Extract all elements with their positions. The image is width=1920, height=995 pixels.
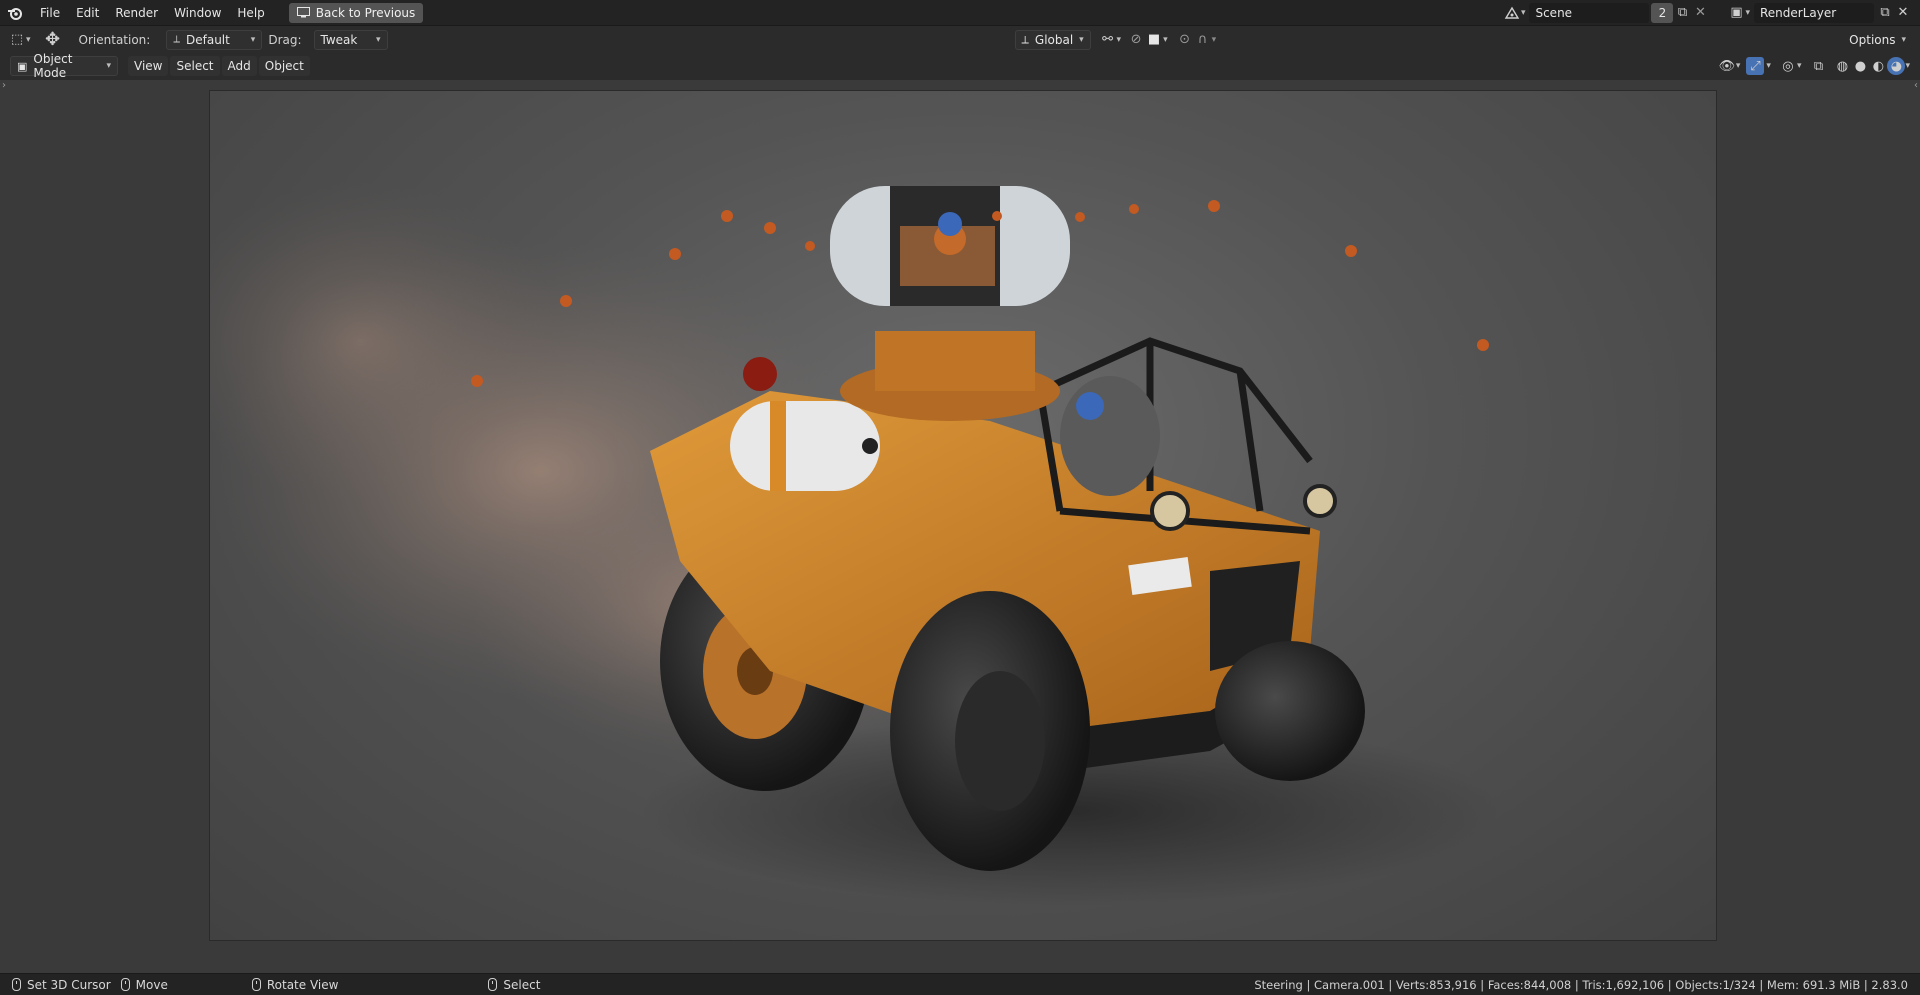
shading-wireframe-icon[interactable]: ◍ [1833, 57, 1851, 75]
falloff-icon[interactable]: ∩ [1194, 31, 1212, 49]
orientation-axes-icon: ⟂ [173, 34, 180, 45]
back-to-previous-label: Back to Previous [315, 5, 416, 20]
drag-value: Tweak [320, 32, 358, 47]
snap-element-arrow-icon[interactable]: ▾ [1163, 35, 1168, 45]
drag-dropdown[interactable]: Tweak ▾ [313, 29, 388, 50]
headlamp [1303, 484, 1337, 518]
tool-settings-bar: ⬚ ▾ ✥ Orientation: ⟂ Default ▾ Drag: Twe… [0, 27, 1920, 52]
editor-type-icon[interactable]: ⬚ [8, 31, 26, 49]
screen-icon [297, 4, 311, 22]
scene-name-field[interactable]: Scene [1529, 2, 1650, 23]
hint-label: Rotate View [266, 977, 339, 992]
editor-type-arrow-icon[interactable]: ▾ [26, 35, 31, 45]
pivot-point-arrow-icon[interactable]: ▾ [1117, 35, 1122, 45]
shading-rendered-icon[interactable]: ◕ [1887, 57, 1906, 75]
mouse-middle-icon [251, 978, 261, 991]
hint-move: Move [120, 977, 168, 992]
3d-viewport[interactable]: › ‹ [0, 80, 1920, 973]
pivot-point-icon[interactable]: ⚯ [1099, 31, 1117, 49]
shading-material-icon[interactable]: ◐ [1869, 57, 1887, 75]
blender-logo-icon[interactable] [6, 4, 24, 22]
hint-set-3d-cursor: Set 3D Cursor [12, 978, 111, 992]
snap-icon[interactable]: ⊘ [1127, 31, 1145, 49]
overlays-arrow-icon[interactable]: ▾ [1797, 61, 1802, 71]
back-to-previous-button[interactable]: Back to Previous [288, 2, 424, 23]
top-bar: File Edit Render Window Help Back to Pre… [0, 0, 1920, 26]
overlays-icon[interactable]: ◎ [1779, 57, 1797, 75]
scene-statistics: Steering | Camera.001 | Verts:853,916 | … [1254, 977, 1908, 992]
side-tank [730, 401, 880, 491]
menu-edit[interactable]: Edit [68, 2, 107, 24]
transform-orientation-dropdown[interactable]: ⟂ Global ▾ [1014, 29, 1091, 50]
headlamp [1150, 491, 1190, 531]
sidebar-collapse-arrow-icon[interactable]: ‹ [1914, 80, 1918, 91]
passenger-character [1060, 376, 1160, 496]
global-axes-icon: ⟂ [1021, 32, 1029, 46]
right-tire [1215, 641, 1365, 781]
scene-selector-arrow-icon[interactable]: ▾ [1521, 8, 1526, 18]
object-mode-value: Object Mode [33, 52, 73, 80]
menu-add[interactable]: Add [221, 56, 257, 76]
object-mode-dropdown[interactable]: ▣ Object Mode ▾ [10, 52, 118, 80]
chevron-down-icon: ▾ [1079, 34, 1084, 45]
visibility-arrow-icon[interactable]: ▾ [1736, 61, 1741, 71]
mouse-left-icon [12, 978, 21, 991]
mouse-drag-icon [120, 978, 130, 991]
drag-label: Drag: [268, 32, 302, 47]
chevron-down-icon: ▾ [250, 34, 256, 45]
chevron-down-icon: ▾ [375, 34, 381, 45]
camera-view-frame [210, 91, 1716, 940]
chevron-down-icon: ▾ [106, 61, 111, 71]
viewport-header: ▣ Object Mode ▾ View Select Add Object 👁… [0, 52, 1920, 80]
render-layer-selector-arrow-icon[interactable]: ▾ [1745, 8, 1750, 18]
beacon-light [743, 357, 777, 391]
orientation-value: Default [186, 32, 230, 47]
transform-space-value: Global [1034, 32, 1074, 47]
gizmo-arrow-icon[interactable]: ▾ [1766, 61, 1771, 71]
toolbar-collapse-arrow-icon[interactable]: › [2, 80, 6, 91]
hint-label: Set 3D Cursor [27, 977, 111, 992]
menu-select[interactable]: Select [170, 56, 220, 76]
proportional-edit-icon[interactable]: ⊙ [1176, 31, 1194, 49]
hint-label: Move [135, 977, 168, 992]
options-dropdown[interactable]: Options ▾ [1843, 29, 1913, 50]
menu-help[interactable]: Help [229, 2, 272, 24]
gizmo-icon[interactable]: ⤢ [1746, 57, 1765, 75]
orientation-label: Orientation: [78, 32, 151, 47]
rendered-scene [210, 181, 1500, 906]
object-mode-icon: ▣ [17, 59, 28, 73]
visibility-eye-icon[interactable]: 👁 [1718, 57, 1736, 75]
menu-object[interactable]: Object [258, 56, 310, 76]
render-layer-name-field[interactable]: RenderLayer [1754, 2, 1874, 23]
xray-icon[interactable]: ⧉ [1809, 57, 1827, 75]
falloff-arrow-icon[interactable]: ▾ [1212, 35, 1217, 45]
scene-users-count[interactable]: 2 [1651, 2, 1674, 23]
chevron-down-icon: ▾ [1901, 34, 1907, 45]
status-bar: Set 3D Cursor Move Rotate View Select St… [0, 973, 1920, 995]
mouse-right-icon [488, 978, 498, 991]
menu-window[interactable]: Window [166, 2, 229, 24]
menu-view[interactable]: View [128, 56, 169, 76]
new-scene-icon[interactable]: ⧉ [1673, 4, 1691, 22]
options-label: Options [1849, 32, 1896, 47]
menu-file[interactable]: File [32, 2, 68, 24]
new-render-layer-icon[interactable]: ⧉ [1876, 4, 1894, 22]
hint-label: Select [503, 977, 541, 992]
delete-scene-icon[interactable]: ✕ [1691, 4, 1709, 22]
delete-render-layer-icon[interactable]: ✕ [1894, 4, 1912, 22]
snap-element-icon[interactable]: ■ [1145, 31, 1163, 49]
render-layer-icon[interactable]: ▣ [1727, 4, 1745, 22]
menu-render[interactable]: Render [107, 2, 166, 24]
move-tool-icon[interactable]: ✥ [41, 29, 65, 50]
orientation-dropdown[interactable]: ⟂ Default ▾ [166, 29, 263, 50]
hint-rotate-view: Rotate View [251, 977, 339, 992]
hint-select: Select [488, 978, 540, 992]
scene-icon[interactable] [1503, 4, 1521, 22]
shading-solid-icon[interactable]: ● [1851, 57, 1869, 75]
shading-arrow-icon[interactable]: ▾ [1905, 61, 1910, 71]
